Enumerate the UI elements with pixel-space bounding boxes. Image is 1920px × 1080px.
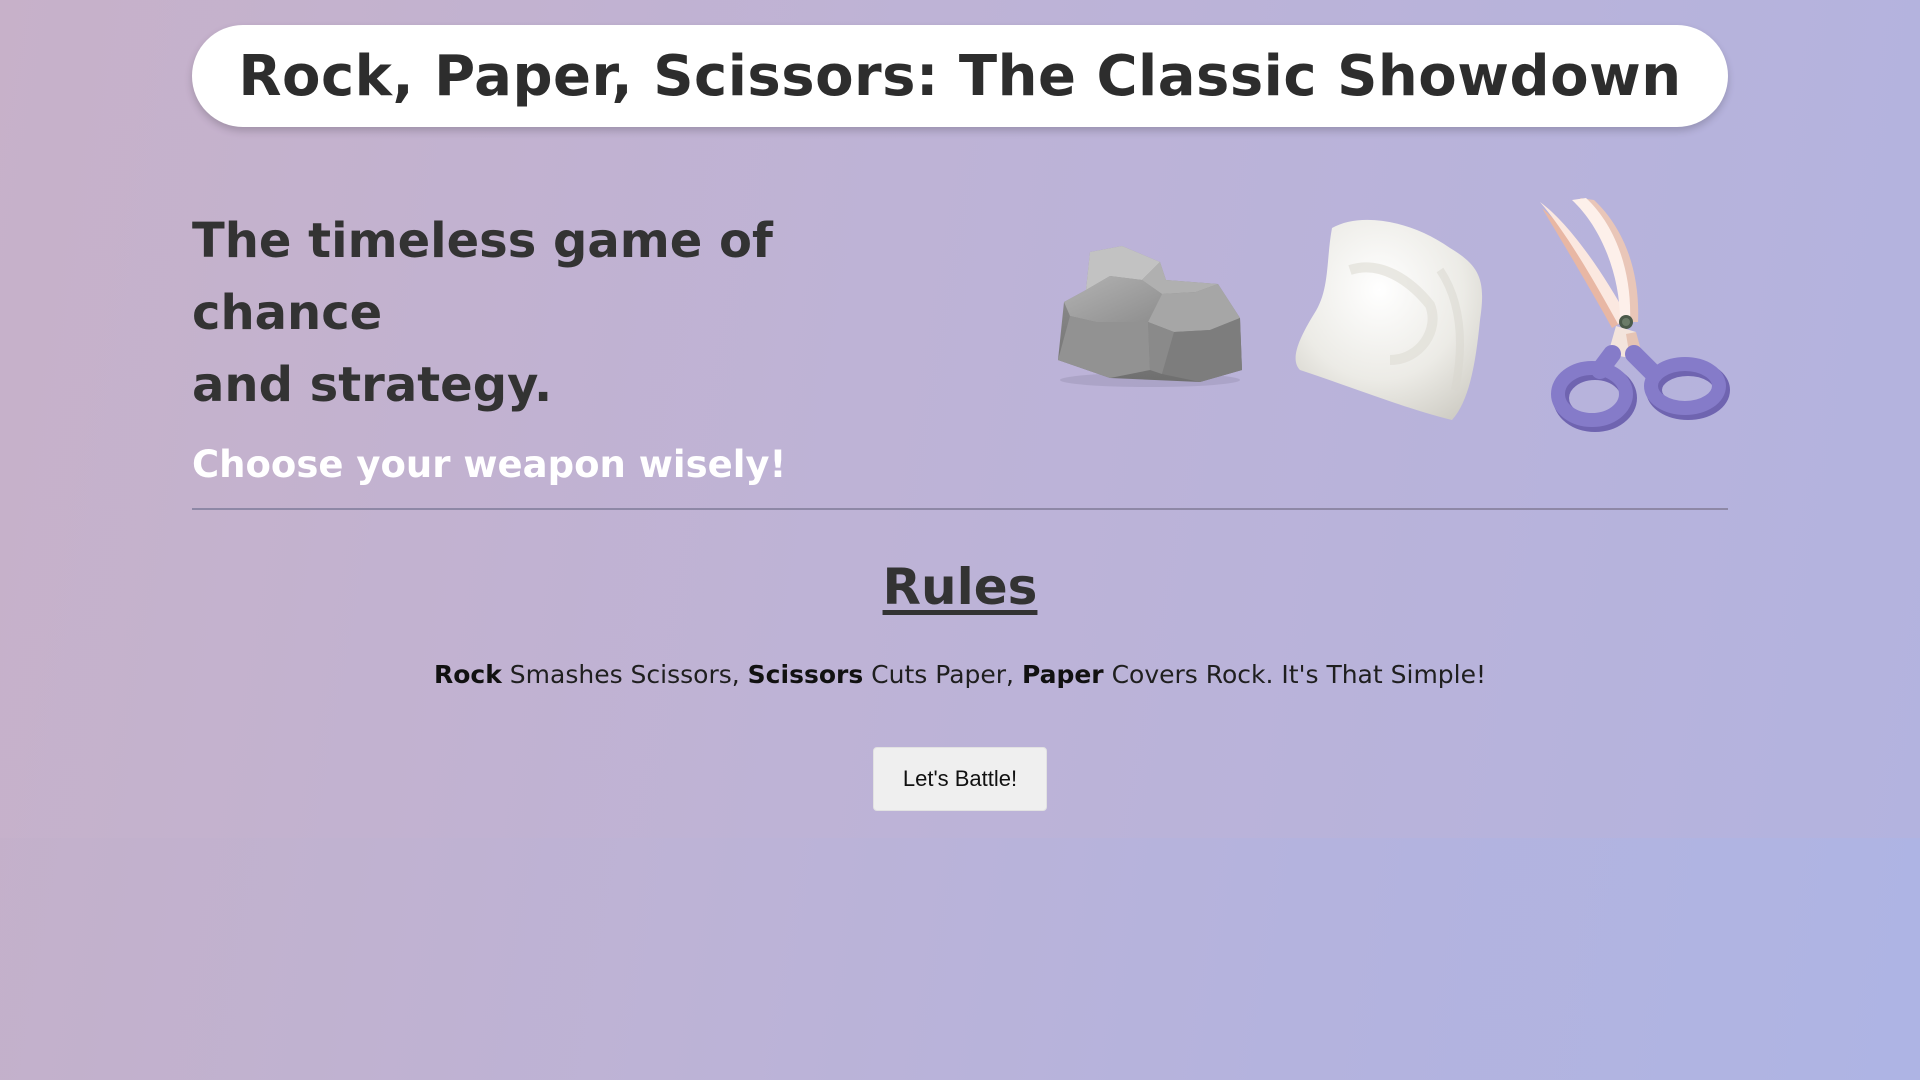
header-banner: Rock, Paper, Scissors: The Classic Showd… — [192, 25, 1728, 127]
rules-rock-label: Rock — [433, 660, 502, 689]
tagline-line-1: The timeless game of chance — [192, 213, 773, 341]
scissors-icon — [1540, 198, 1730, 432]
rules-description: Rock Smashes Scissors, Scissors Cuts Pap… — [0, 660, 1920, 689]
rules-scissors-label: Scissors — [747, 660, 864, 689]
tagline-line-2: and strategy. — [192, 357, 553, 413]
section-divider — [192, 508, 1728, 510]
rules-heading: Rules — [882, 558, 1038, 616]
rules-rock-text: Smashes Scissors, — [501, 660, 748, 689]
hero-text: The timeless game of chance and strategy… — [192, 205, 912, 486]
rules-scissors-text: Cuts Paper, — [863, 660, 1022, 689]
page-title: Rock, Paper, Scissors: The Classic Showd… — [238, 43, 1682, 109]
rules-paper-label: Paper — [1021, 660, 1104, 689]
rules-paper-text: Covers Rock. It's That Simple! — [1103, 660, 1487, 689]
lets-battle-button[interactable]: Let's Battle! — [873, 747, 1047, 811]
rock-icon — [1058, 246, 1242, 387]
paper-icon — [1295, 219, 1483, 420]
subtagline: Choose your weapon wisely! — [192, 443, 787, 486]
tagline: The timeless game of chance and strategy… — [192, 205, 912, 421]
